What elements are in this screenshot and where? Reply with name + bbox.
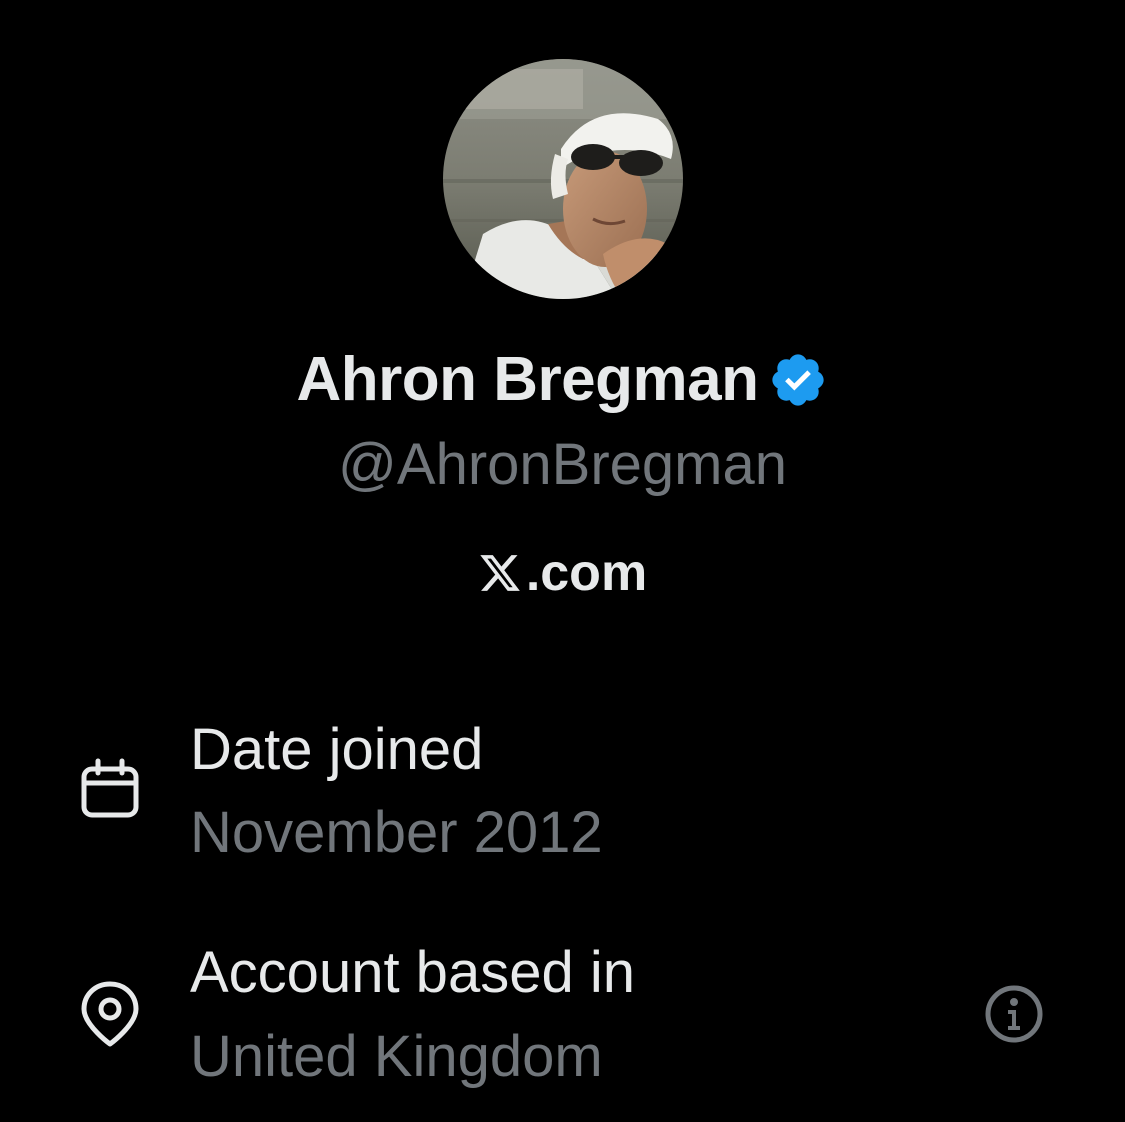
account-based-label: Account based in — [190, 940, 635, 1005]
verified-badge-icon[interactable] — [768, 350, 828, 410]
display-name-row: Ahron Bregman — [0, 340, 1125, 420]
username-handle: @AhronBregman — [338, 432, 787, 497]
account-based-row: Account based in United Kingdom — [0, 935, 1125, 1095]
account-based-value: United Kingdom — [190, 1024, 603, 1089]
info-icon[interactable] — [983, 983, 1045, 1045]
display-name: Ahron Bregman — [296, 345, 759, 414]
date-joined-label: Date joined — [190, 717, 484, 782]
calendar-icon — [78, 757, 142, 821]
site-link[interactable]: .com — [0, 538, 1125, 608]
location-pin-icon — [78, 980, 142, 1047]
site-link-text: .com — [525, 544, 648, 602]
avatar[interactable] — [443, 59, 683, 299]
avatar-photo — [443, 59, 683, 299]
date-joined-row: Date joined November 2012 — [0, 710, 1125, 870]
x-logo-icon — [478, 551, 522, 595]
date-joined-value: November 2012 — [190, 800, 603, 865]
